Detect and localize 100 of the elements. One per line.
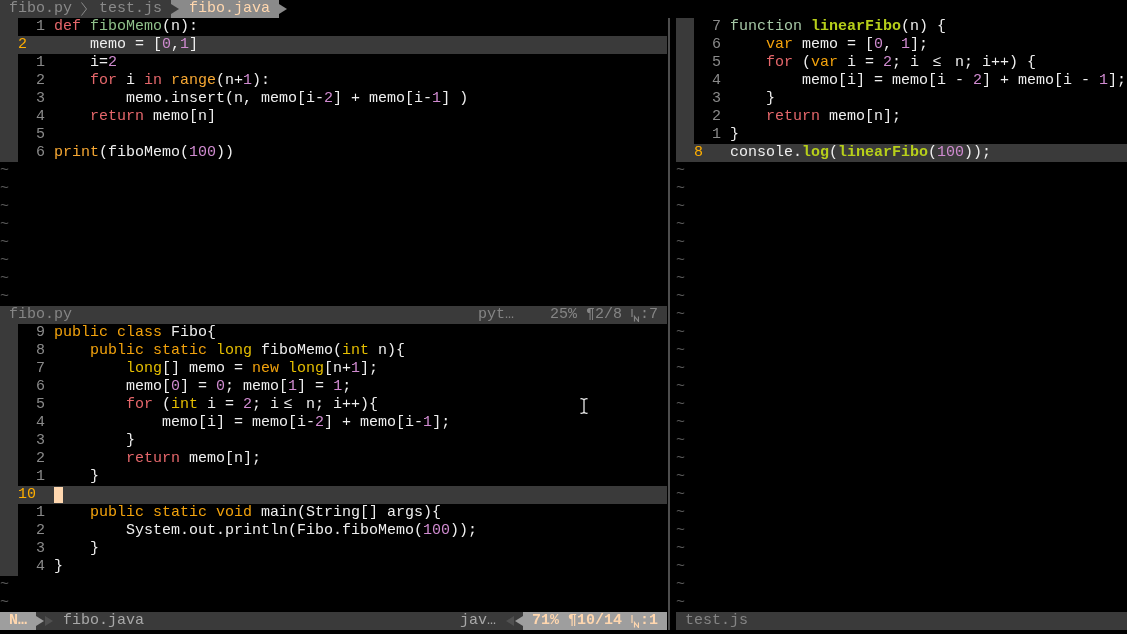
tilde-marker: ~ <box>676 198 685 216</box>
line-number: 2 <box>36 450 45 468</box>
line-number: 4 <box>712 72 721 90</box>
line-number: 1 <box>36 504 45 522</box>
code-line: public static void main(String[] args){ <box>90 504 442 522</box>
line-number: 4 <box>36 108 45 126</box>
line-number: 6 <box>712 36 721 54</box>
line-number: 1 <box>36 54 45 72</box>
line-number: 6 <box>36 378 45 396</box>
i-beam-cursor-icon <box>580 398 588 414</box>
tilde-marker: ~ <box>676 216 685 234</box>
line-number: 4 <box>36 558 45 576</box>
chevron-icon <box>81 2 87 16</box>
tilde-marker: ~ <box>676 432 685 450</box>
line-number: 3 <box>36 90 45 108</box>
column-number: :1 <box>640 612 658 630</box>
file-name: fibo.py <box>9 306 72 324</box>
code-line: long[] memo = new long[n+1]; <box>126 360 379 378</box>
code-line: } <box>90 540 100 558</box>
code-line: } <box>730 126 739 144</box>
line-number: 2 <box>36 522 45 540</box>
line-position: 71% ¶10/14 <box>531 612 622 630</box>
triangle-icon <box>279 4 288 14</box>
line-number: 1 <box>36 468 45 486</box>
line-number: 3 <box>36 432 45 450</box>
tilde-marker: ~ <box>676 486 685 504</box>
tilde-marker: ~ <box>676 396 685 414</box>
file-type: pyt… <box>477 306 514 324</box>
line-number: 10 <box>18 486 36 504</box>
line-position: 25% ¶2/8 <box>549 306 622 324</box>
tilde-marker: ~ <box>676 414 685 432</box>
code-line: var memo = [0, 1]; <box>766 36 929 54</box>
tilde-marker: ~ <box>676 378 685 396</box>
tilde-marker: ~ <box>676 576 685 594</box>
code-line: public static long fiboMemo(int n){ <box>90 342 406 360</box>
code-line: for (int i = 2; i ≤ n; i++){ <box>126 396 379 414</box>
tilde-marker: ~ <box>0 576 9 594</box>
line-number: 5 <box>36 396 45 414</box>
code-line: memo[i] = memo[i - 2] + memo[i - 1]; <box>802 72 1127 90</box>
tilde-marker: ~ <box>0 594 9 612</box>
tilde-marker: ~ <box>676 360 685 378</box>
tilde-marker: ~ <box>676 522 685 540</box>
line-number: 6 <box>36 144 45 162</box>
file-name: fibo.java <box>63 612 145 630</box>
code-line: return memo[n] <box>90 108 217 126</box>
line-number: 1 <box>36 18 45 36</box>
tilde-marker: ~ <box>0 234 9 252</box>
code-line: return memo[n]; <box>766 108 902 126</box>
line-number: 5 <box>36 126 45 144</box>
code-line: memo.insert(n, memo[i-2] + memo[i-1] ) <box>126 90 469 108</box>
tilde-marker: ~ <box>0 288 9 306</box>
code-line: function linearFibo(n) { <box>730 18 947 36</box>
line-number: 7 <box>36 360 45 378</box>
code-line: return memo[n]; <box>126 450 262 468</box>
tilde-marker: ~ <box>676 162 685 180</box>
line-number: 5 <box>712 54 721 72</box>
tilde-marker: ~ <box>676 594 685 612</box>
line-number-icon <box>631 308 639 322</box>
code-line: console.log(linearFibo(100)); <box>730 144 992 162</box>
tilde-marker: ~ <box>676 468 685 486</box>
tilde-marker: ~ <box>676 234 685 252</box>
tilde-marker: ~ <box>676 540 685 558</box>
line-number: 2 <box>36 72 45 90</box>
line-number: 3 <box>36 540 45 558</box>
line-number: 9 <box>36 324 45 342</box>
code-line: for i in range(n+1): <box>90 72 271 90</box>
code-line: memo[0] = 0; memo[1] = 1; <box>126 378 352 396</box>
code-line: print(fiboMemo(100)) <box>54 144 235 162</box>
code-line: public class Fibo{ <box>54 324 217 342</box>
file-type: jav… <box>459 612 496 630</box>
tab[interactable]: fibo.py <box>0 0 81 18</box>
line-number-icon <box>631 614 639 628</box>
code-line: def fiboMemo(n): <box>54 18 199 36</box>
tilde-marker: ~ <box>676 288 685 306</box>
tilde-marker: ~ <box>676 342 685 360</box>
line-number: 2 <box>18 36 27 54</box>
tilde-marker: ~ <box>0 180 9 198</box>
column-number: :7 <box>640 306 658 324</box>
code-line: for (var i = 2; i ≤ n; i++) { <box>766 54 1037 72</box>
line-number: 7 <box>712 18 721 36</box>
tilde-marker: ~ <box>676 270 685 288</box>
line-number: 8 <box>694 144 703 162</box>
line-number: 4 <box>36 414 45 432</box>
line-number: 1 <box>712 126 721 144</box>
file-name: test.js <box>685 612 748 630</box>
tilde-marker: ~ <box>0 270 9 288</box>
tilde-marker: ~ <box>0 216 9 234</box>
tilde-marker: ~ <box>0 162 9 180</box>
tilde-marker: ~ <box>676 504 685 522</box>
block-cursor <box>54 487 63 503</box>
tilde-marker: ~ <box>0 198 9 216</box>
tilde-marker: ~ <box>676 558 685 576</box>
code-line: } <box>766 90 776 108</box>
code-line: System.out.println(Fibo.fiboMemo(100)); <box>126 522 478 540</box>
tilde-marker: ~ <box>0 252 9 270</box>
tilde-marker: ~ <box>676 324 685 342</box>
code-line: memo[i] = memo[i-2] + memo[i-1]; <box>162 414 451 432</box>
code-line: } <box>54 558 63 576</box>
tilde-marker: ~ <box>676 252 685 270</box>
code-line: i=2 <box>90 54 118 72</box>
